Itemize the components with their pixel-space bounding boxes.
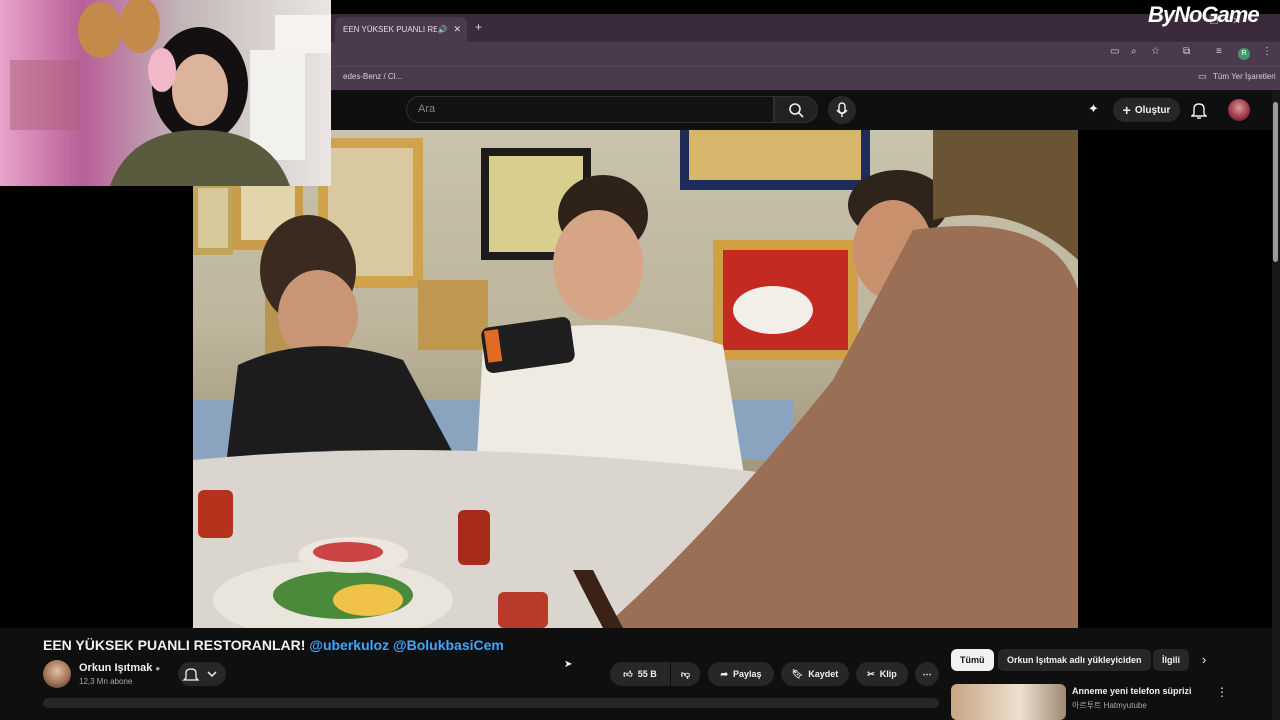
video-title: EEN YÜKSEK PUANLI RESTORANLAR! @uberkulo… (43, 637, 504, 653)
scissors-icon: ✂ (867, 668, 875, 679)
thumbs-up-icon: 👍︎ (623, 668, 633, 679)
bookmark-item[interactable]: edes-Benz / Cl... (343, 72, 402, 81)
right-letterbox (1078, 130, 1272, 628)
more-actions-button[interactable]: ⋯ (915, 662, 939, 686)
share-label: Paylaş (733, 669, 762, 679)
recommended-more-icon[interactable]: ⋮ (1216, 685, 1228, 699)
mouse-cursor: ➤ (564, 659, 573, 670)
webcam-frame (10, 0, 331, 186)
ai-sparkle-icon[interactable]: ✦ (1088, 101, 1099, 117)
like-button[interactable]: 👍︎ 55 B (610, 662, 670, 686)
share-icon: ➦ (720, 668, 728, 679)
video-frame (193, 130, 1078, 628)
mic-icon (836, 102, 848, 117)
address-bar[interactable] (331, 42, 1280, 66)
chip-all[interactable]: Tümü (951, 649, 994, 671)
save-button[interactable]: 🔖︎ Kaydet (781, 662, 849, 686)
like-count: 55 B (637, 669, 657, 679)
scrollbar-thumb[interactable] (1273, 102, 1278, 262)
all-bookmarks-link[interactable]: Tüm Yer İşaretleri (1213, 72, 1276, 81)
browser-tab-bar (331, 14, 1280, 42)
channel-name[interactable]: Orkun Işıtmak ● (79, 662, 160, 674)
media-icon[interactable]: ≡ (1216, 46, 1222, 57)
bell-icon (182, 668, 217, 681)
recommended-video-title[interactable]: Anneme yeni telefon süprizi (1072, 686, 1192, 696)
chevron-right-icon[interactable]: › (1202, 652, 1206, 667)
star-icon[interactable]: ☆ (1151, 46, 1160, 57)
share-button[interactable]: ➦ Paylaş (708, 662, 774, 686)
mention-link[interactable]: @BolukbasiCem (393, 637, 504, 653)
extensions-icon[interactable]: ⧉ (1183, 46, 1190, 57)
channel-avatar[interactable] (43, 660, 71, 688)
zoom-icon[interactable]: ⌕ (1131, 46, 1137, 57)
dislike-button[interactable]: 👎︎ (671, 662, 700, 686)
notifications-button[interactable] (1191, 101, 1207, 119)
cast-icon[interactable]: ▭ (1110, 46, 1119, 57)
clip-button[interactable]: ✂ Klip (856, 662, 908, 686)
verified-icon: ● (155, 664, 161, 673)
browser-profile-icon[interactable]: R (1238, 48, 1250, 60)
more-icon: ⋯ (922, 668, 932, 679)
chip-uploader[interactable]: Orkun Işıtmak adlı yükleyiciden (998, 649, 1151, 671)
browser-tab-active[interactable]: EEN YÜKSEK PUANLI RESTO 🔊 ✕ (335, 17, 467, 42)
recommended-video-thumbnail[interactable] (951, 684, 1066, 720)
plus-icon: + (1122, 102, 1131, 118)
left-letterbox (0, 186, 193, 628)
new-tab-button[interactable]: + (475, 20, 482, 34)
search-input[interactable]: Ara (406, 96, 774, 123)
bookmarks-bar (331, 66, 1280, 90)
streamer-webcam (0, 0, 331, 186)
tab-title: EEN YÜKSEK PUANLI RESTO (343, 25, 438, 34)
save-label: Kaydet (808, 669, 839, 679)
browser-menu-icon[interactable]: ⋮ (1262, 46, 1272, 57)
create-button[interactable]: + Oluştur (1113, 98, 1180, 122)
tab-close-icon[interactable]: ✕ (453, 24, 461, 35)
chip-related[interactable]: İlgili (1153, 649, 1189, 671)
bookmark-icon: 🔖︎ (791, 668, 804, 679)
clip-label: Klip (879, 669, 897, 679)
subscription-bell-button[interactable] (178, 662, 226, 686)
brand-logo: ByNoGame (1148, 2, 1260, 27)
video-player[interactable] (193, 130, 1078, 628)
description-box[interactable] (43, 698, 939, 708)
folder-icon: ▭ (1198, 71, 1207, 81)
channel-name-text: Orkun Işıtmak (79, 662, 153, 674)
recommended-video-channel[interactable]: 아르투트 Hatmyutube (1072, 700, 1147, 711)
subscriber-count: 12,3 Mn abone (79, 677, 133, 686)
user-avatar[interactable] (1228, 99, 1250, 121)
thumbs-down-icon: 👎︎ (680, 668, 691, 679)
bell-icon (1191, 103, 1207, 119)
create-label: Oluştur (1134, 104, 1171, 116)
audio-icon[interactable]: 🔊 (437, 25, 447, 34)
search-icon (789, 103, 804, 118)
mention-link[interactable]: @uberkuloz (309, 637, 389, 653)
voice-search-button[interactable] (828, 96, 856, 124)
search-button[interactable] (774, 96, 818, 123)
video-title-text: EEN YÜKSEK PUANLI RESTORANLAR! (43, 637, 310, 653)
